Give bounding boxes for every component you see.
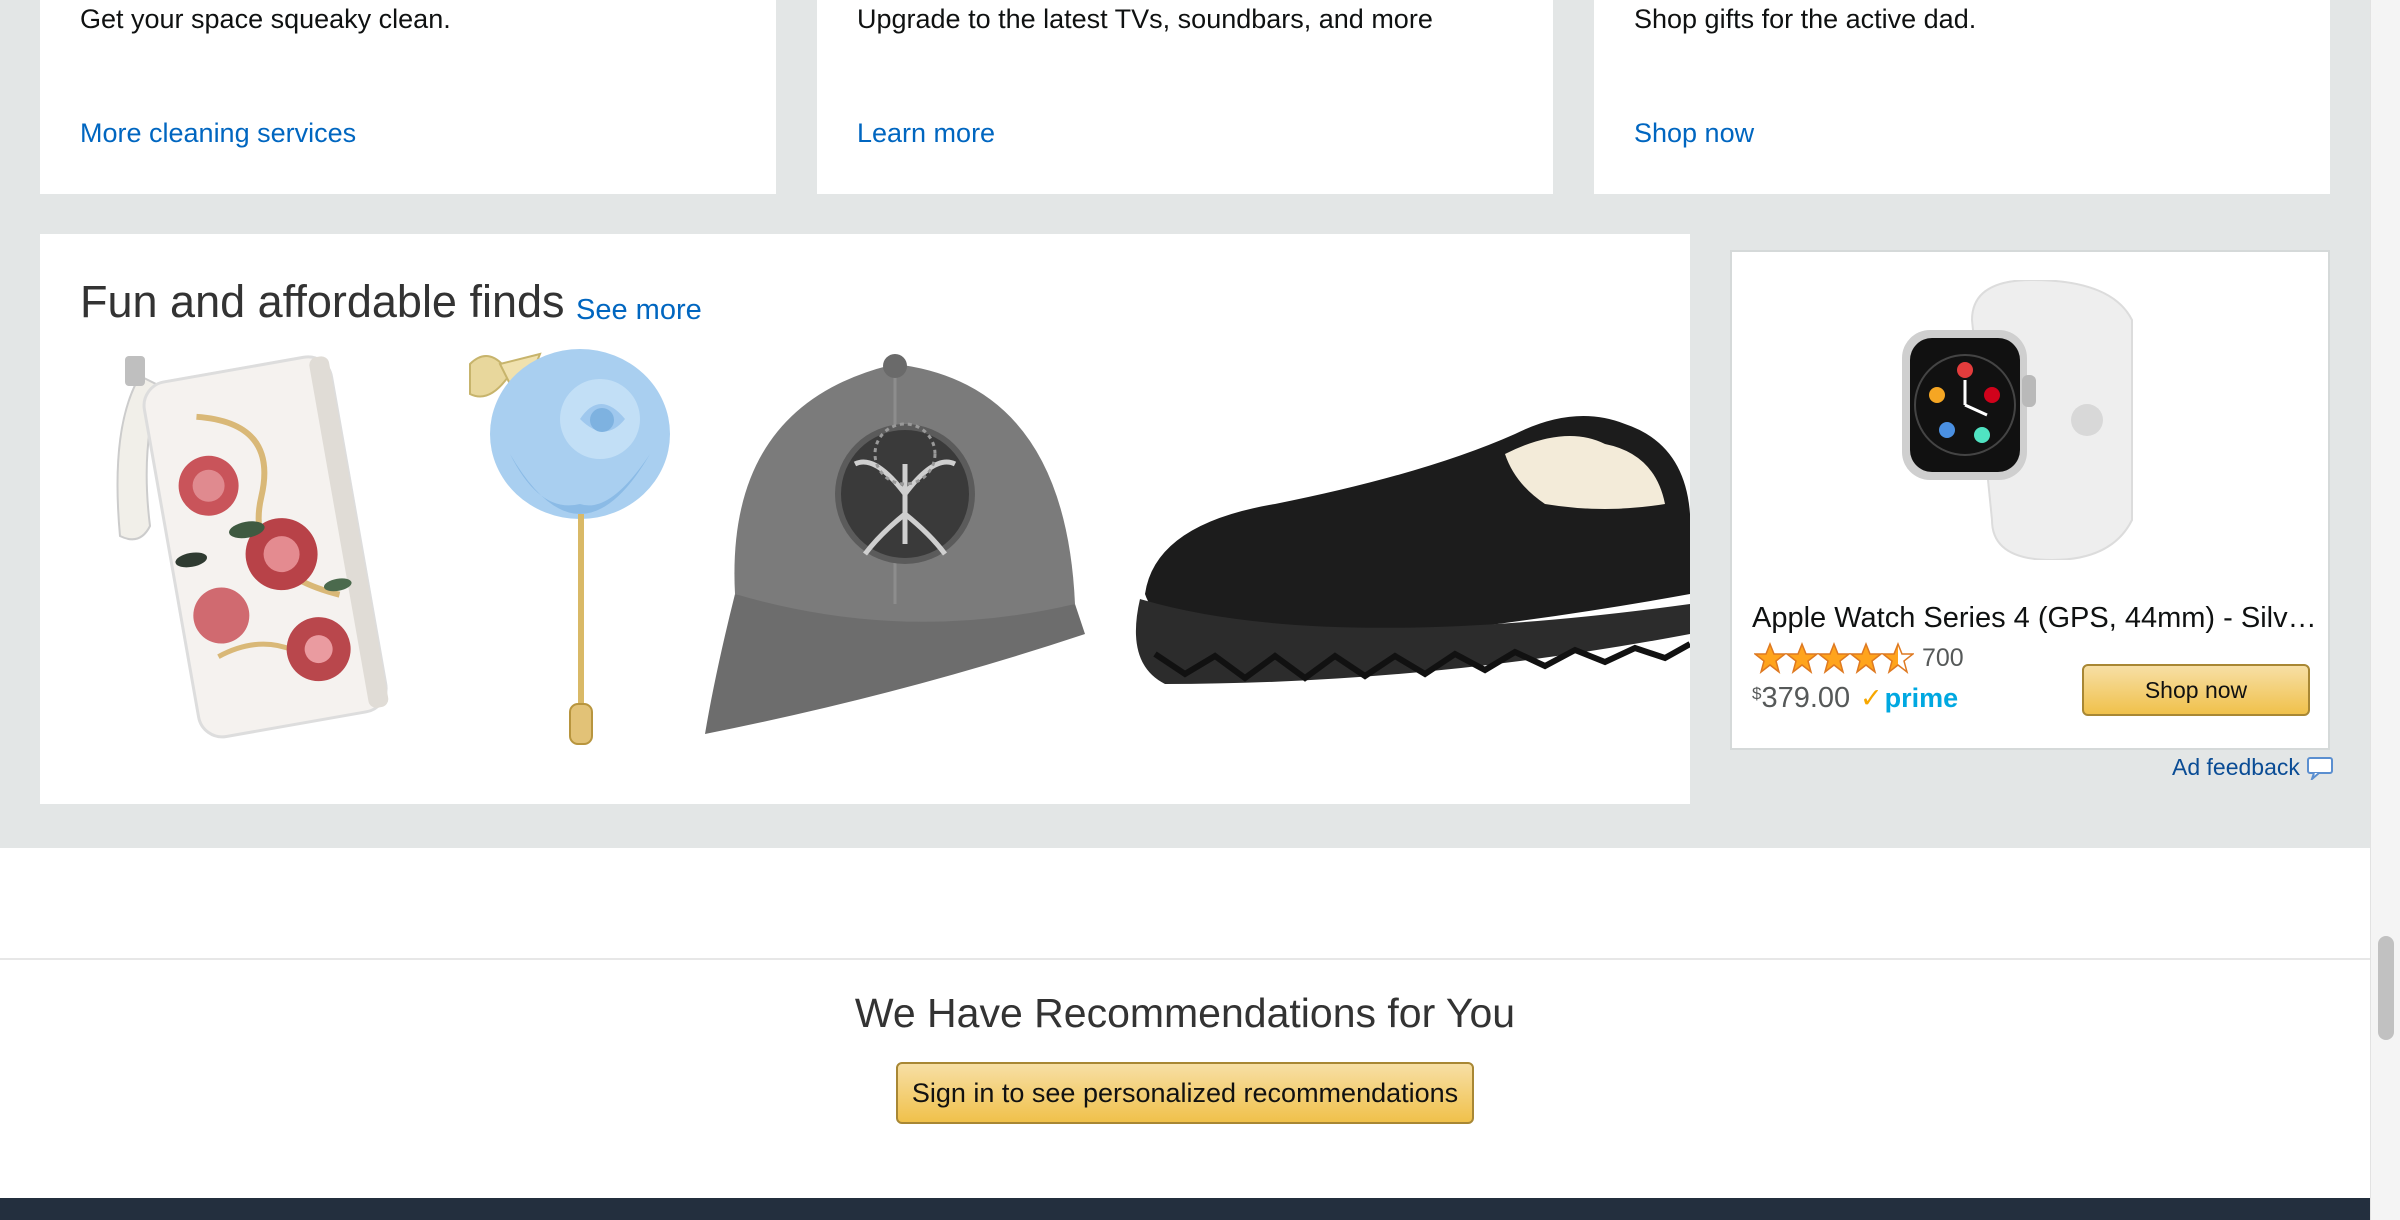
floral-wallet-image (116, 355, 389, 739)
sponsored-ad[interactable]: Apple Watch Series 4 (GPS, 44mm) - Silve… (1730, 250, 2330, 750)
product-floral-wallet[interactable] (100, 346, 410, 746)
shop-now-button[interactable]: Shop now (2082, 664, 2310, 716)
star-rating (1754, 642, 1914, 676)
cleaning-card: Get your space squeaky clean. More clean… (40, 0, 776, 194)
scrollbar-thumb[interactable] (2378, 936, 2394, 1040)
ad-feedback-link[interactable]: Ad feedback (2172, 754, 2334, 781)
tv-card: Upgrade to the latest TVs, soundbars, an… (817, 0, 1553, 194)
star-rating-icon (1754, 642, 1914, 674)
gray-cap-image (705, 354, 1085, 734)
card-description: Upgrade to the latest TVs, soundbars, an… (857, 4, 1433, 34)
finds-title: Fun and affordable finds (80, 276, 565, 327)
recommendations-title: We Have Recommendations for You (854, 990, 1516, 1036)
card-description: Shop gifts for the active dad. (1634, 4, 1977, 34)
product-black-fur-lined-slipper[interactable] (1125, 394, 1692, 694)
price-value: 379.00 (1761, 682, 1851, 714)
product-gray-tree-of-life-cap[interactable] (705, 344, 1085, 744)
dad-gifts-card: Shop gifts for the active dad. Shop now (1594, 0, 2330, 194)
prime-badge: ✓prime (1860, 683, 1958, 714)
card-description: Get your space squeaky clean. (80, 4, 451, 34)
ad-price: $379.00 (1752, 682, 1850, 715)
footer-back-to-top-bar (0, 1198, 2370, 1220)
prime-label: prime (1884, 683, 1959, 713)
page-scrollbar[interactable] (2370, 0, 2400, 1220)
rating-count[interactable]: 700 (1922, 644, 1964, 673)
more-cleaning-services-link[interactable]: More cleaning services (80, 118, 356, 149)
blue-rose-pin-image (469, 349, 670, 745)
fun-finds-card: Fun and affordable finds See more (40, 234, 1692, 804)
section-divider (0, 958, 2370, 960)
price-currency-symbol: $ (1752, 684, 1762, 703)
black-slipper-image (1135, 416, 1692, 684)
apple-watch-image (1902, 280, 2133, 560)
ad-product-title[interactable]: Apple Watch Series 4 (GPS, 44mm) - Silve… (1752, 602, 2318, 635)
prime-check-icon: ✓ (1860, 683, 1883, 713)
see-more-link[interactable]: See more (576, 294, 702, 327)
feedback-speech-bubble-icon (2306, 756, 2333, 780)
learn-more-link[interactable]: Learn more (857, 118, 995, 149)
product-blue-rose-lapel-pin[interactable] (430, 344, 700, 754)
shop-now-link[interactable]: Shop now (1634, 118, 1754, 149)
sign-in-recommendations-button[interactable]: Sign in to see personalized recommendati… (896, 1062, 1474, 1124)
ad-feedback-label: Ad feedback (2172, 754, 2300, 780)
